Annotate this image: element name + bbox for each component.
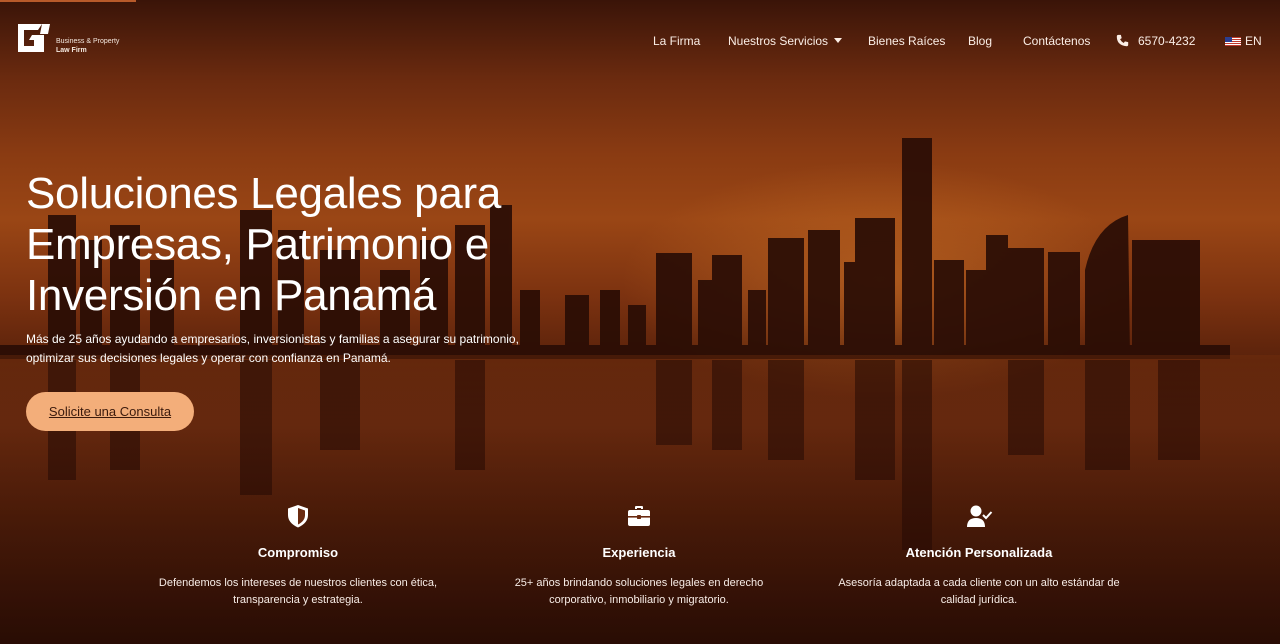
feature-compromiso: Compromiso Defendemos los intereses de n… [148, 503, 448, 609]
phone-number-link[interactable]: 6570-4232 [1138, 33, 1195, 49]
nav-item-nuestros-servicios[interactable]: Nuestros Servicios [728, 33, 843, 49]
nav-item-la-firma[interactable]: La Firma [653, 33, 700, 49]
brand-line-1: Business & Property [56, 38, 120, 45]
nav-item-contactenos[interactable]: Contáctenos [1023, 33, 1090, 49]
briefcase-icon [628, 506, 650, 526]
user-check-icon [967, 505, 993, 527]
feature-title: Atención Personalizada [905, 545, 1053, 560]
nav-item-label: Nuestros Servicios [728, 34, 829, 48]
brand-line-2: Law Firm [56, 47, 87, 54]
g-logo-icon [18, 24, 50, 52]
hero-subtitle: Más de 25 años ayudando a empresarios, i… [26, 332, 519, 365]
top-accent-line [0, 0, 136, 2]
us-flag-icon [1225, 37, 1241, 46]
feature-description: 25+ años brindando soluciones legales en… [514, 577, 764, 606]
brand-tagline: Business & Property Law Firm [56, 37, 119, 55]
feature-title: Compromiso [257, 545, 339, 560]
phone-icon [1116, 34, 1129, 47]
feature-title: Experiencia [602, 545, 676, 560]
shield-icon [288, 505, 308, 528]
feature-experiencia: Experiencia 25+ años brindando solucione… [489, 503, 789, 609]
brand-logo[interactable]: Business & Property Law Firm [14, 20, 119, 56]
language-switch[interactable]: EN [1245, 33, 1262, 49]
hero-title: Soluciones Legales para Empresas, Patrim… [26, 169, 501, 320]
nav-item-blog[interactable]: Blog [968, 33, 992, 49]
request-consultation-button[interactable]: Solicite una Consulta [26, 392, 194, 431]
feature-description: Defendemos los intereses de nuestros cli… [158, 577, 438, 606]
feature-atencion-personalizada: Atención Personalizada Asesoría adaptada… [829, 503, 1129, 609]
feature-description: Asesoría adaptada a cada cliente con un … [838, 577, 1120, 606]
chevron-down-icon [834, 38, 843, 43]
nav-item-bienes-raices[interactable]: Bienes Raíces [868, 33, 945, 49]
